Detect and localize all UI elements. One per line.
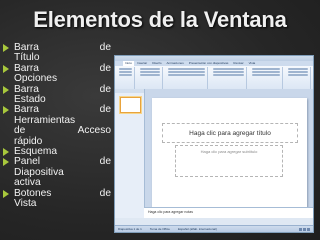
bullet-word: Acceso	[77, 125, 111, 137]
bullet-arrow-icon	[3, 106, 9, 115]
title-placeholder: Haga clic para agregar título	[162, 123, 298, 143]
notes-pane: Haga clic para agregar notas	[144, 207, 313, 218]
slideshow-view-icon	[307, 227, 310, 231]
bullet-word: de	[99, 187, 111, 199]
ribbon-group	[138, 67, 164, 89]
ribbon-group	[286, 67, 311, 89]
status-item: Tema de Office	[149, 227, 170, 231]
ribbon-group	[211, 67, 248, 89]
ppt-ribbon	[115, 66, 313, 91]
active-slide-pane: Haga clic para agregar título Haga clic …	[152, 98, 307, 211]
bullet-arrow-icon	[3, 148, 9, 157]
page-title: Elementos de la Ventana	[33, 7, 287, 32]
bullet-item: Barra de Título	[3, 42, 111, 64]
bullet-arrow-icon	[3, 44, 9, 52]
ribbon-group	[166, 67, 208, 89]
bullet-word: de	[99, 156, 111, 168]
view-buttons	[299, 227, 310, 231]
bullet-word: Vista	[14, 198, 37, 210]
ppt-outline-pane	[115, 89, 145, 218]
bullet-item: Barra de Herramientas de Acceso rápido	[3, 105, 111, 147]
bullet-arrow-icon	[3, 85, 9, 94]
ppt-status-bar: Diapositiva 1 de 1 Tema de Office Español …	[115, 225, 313, 232]
bullet-word: de	[99, 42, 111, 53]
slide-thumbnail	[120, 97, 141, 113]
bullet-list: Barra de Título Barra de Opciones Barra de Estad…	[3, 42, 111, 210]
normal-view-icon	[299, 227, 302, 231]
bullet-item: Barra de Estado	[3, 83, 111, 106]
ppt-tab: Diseño	[152, 61, 162, 65]
ppt-tab: Animaciones	[166, 61, 184, 65]
sorter-view-icon	[303, 227, 306, 231]
bullet-line: Vista	[14, 198, 111, 210]
subtitle-placeholder: Haga clic para agregar subtítulo	[175, 145, 283, 177]
ppt-tab: Inicio	[123, 61, 135, 66]
ribbon-group	[250, 67, 283, 89]
ppt-tab: Presentación con diapositivas	[188, 61, 229, 65]
bullet-item: Panel de Diapositiva activa	[3, 157, 111, 188]
ppt-tab: Insertar	[137, 61, 148, 65]
ppt-workspace: Haga clic para agregar título Haga clic …	[115, 89, 313, 218]
bullet-word: de	[99, 83, 111, 95]
bullet-item: Barra de Opciones	[3, 62, 111, 85]
outline-pane-tabs	[115, 89, 144, 93]
bullet-arrow-icon	[3, 158, 9, 167]
bullet-word: de	[99, 62, 111, 74]
status-item: Español (alfab. internacional)	[177, 227, 217, 231]
powerpoint-window-screenshot: Inicio Insertar Diseño Animaciones Presentac…	[114, 55, 314, 233]
bullet-arrow-icon	[3, 189, 9, 198]
bullet-arrow-icon	[3, 64, 9, 73]
status-item: Diapositiva 1 de 1	[118, 227, 142, 231]
bullet-word: de	[99, 104, 111, 116]
ribbon-group	[117, 67, 135, 89]
ppt-tab: Revisar	[233, 61, 244, 65]
ppt-tab: Vista	[248, 61, 256, 65]
bullet-item: Botones de Vista	[3, 187, 111, 210]
